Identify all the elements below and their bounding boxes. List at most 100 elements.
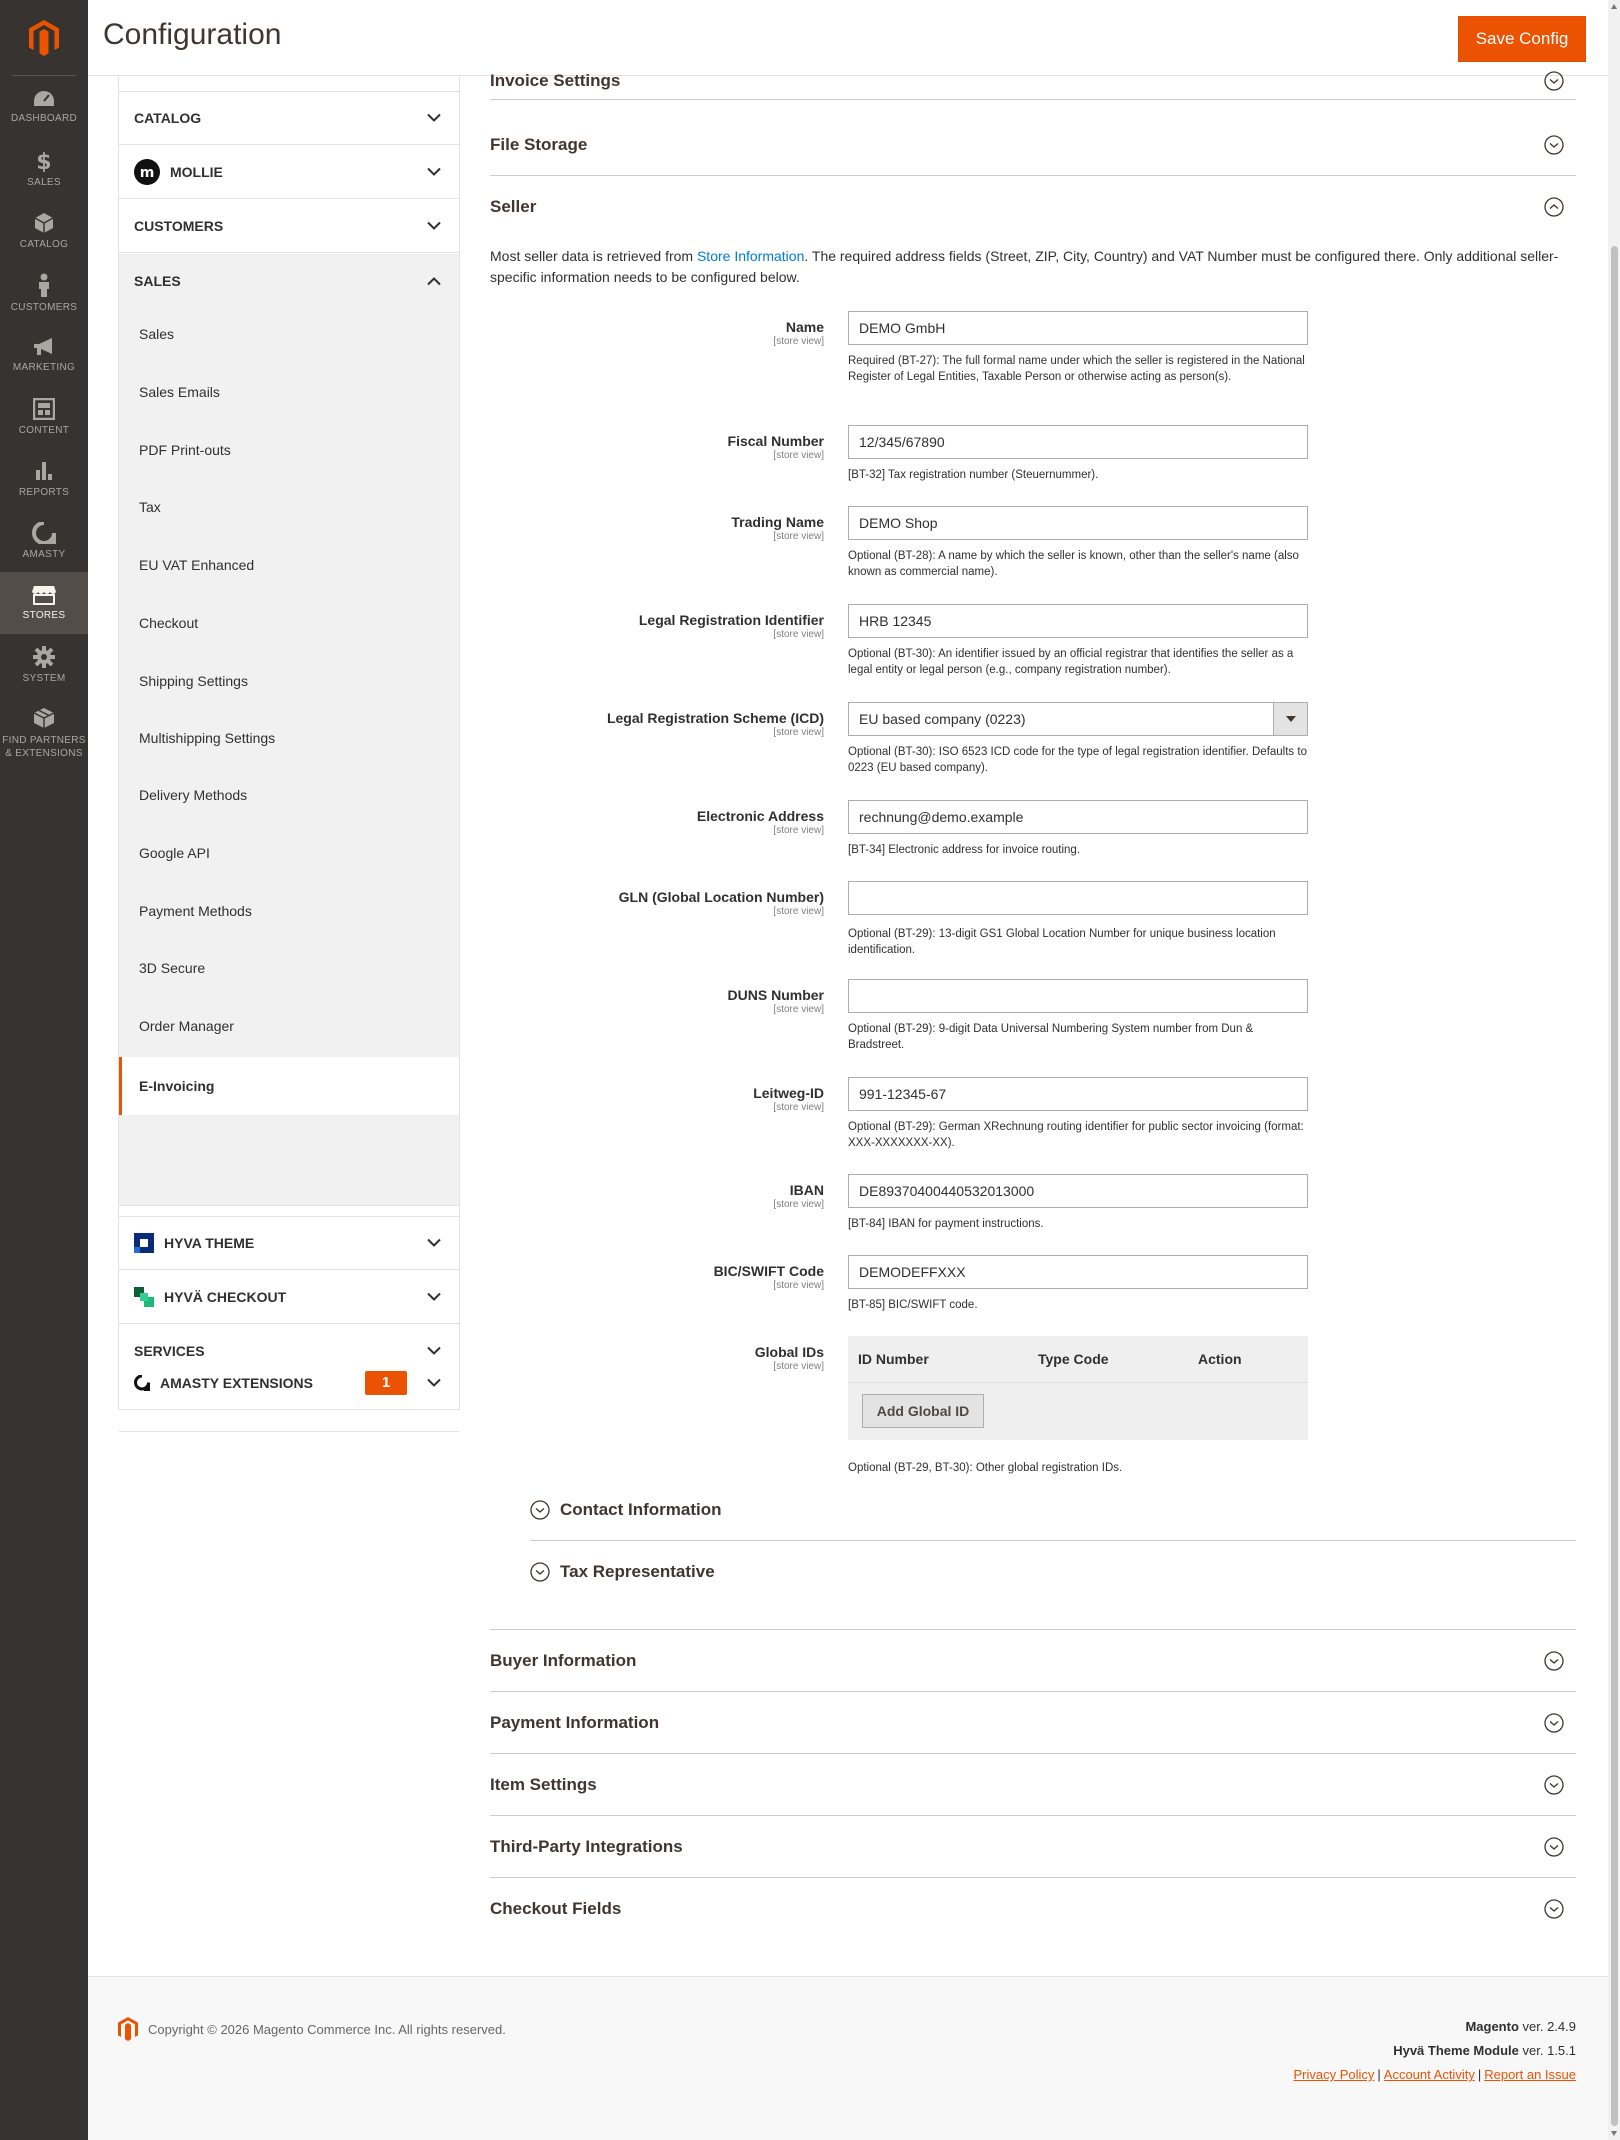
sidebar-item-pdf-printouts[interactable]: PDF Print-outs	[119, 423, 459, 477]
section-seller[interactable]: Seller	[490, 176, 1576, 238]
chevron-down-icon	[427, 221, 441, 230]
tab-group-amasty-extensions[interactable]: AMASTY EXTENSIONS 1	[118, 1357, 460, 1410]
nav-stores[interactable]: STORES	[0, 572, 88, 634]
sidebar-item-delivery-methods[interactable]: Delivery Methods	[119, 768, 459, 822]
iban-input[interactable]	[848, 1174, 1308, 1208]
tab-group-catalog[interactable]: CATALOG	[119, 92, 459, 145]
label-text: Electronic Address	[696, 808, 824, 824]
account-activity-link[interactable]: Account Activity	[1384, 2067, 1475, 2082]
legal-registration-identifier-input[interactable]	[848, 604, 1308, 638]
nav-sales[interactable]: $ SALES	[0, 138, 88, 200]
sidebar-item-3d-secure[interactable]: 3D Secure	[119, 941, 459, 995]
nav-content[interactable]: CONTENT	[0, 386, 88, 448]
sidebar-item-multishipping[interactable]: Multishipping Settings	[119, 711, 459, 765]
scrollbar-thumb[interactable]	[1611, 246, 1618, 2126]
nav-dashboard[interactable]: DASHBOARD	[0, 76, 88, 138]
column-header: Type Code	[1038, 1351, 1109, 1367]
sidebar-item-e-invoicing[interactable]: E-Invoicing	[119, 1057, 459, 1115]
scroll-down-arrow-icon[interactable]	[1611, 2131, 1617, 2136]
field-note: Optional (BT-30): ISO 6523 ICD code for …	[848, 746, 1307, 774]
scroll-up-arrow-icon[interactable]	[1611, 4, 1617, 9]
sidebar-item-eu-vat[interactable]: EU VAT Enhanced	[119, 538, 459, 592]
label-text: Trading Name	[731, 514, 824, 530]
magento-logo[interactable]	[12, 0, 76, 76]
sidebar-item-payment-methods[interactable]: Payment Methods	[119, 884, 459, 938]
field-note: Optional (BT-29): German XRechnung routi…	[848, 1121, 1304, 1149]
electronic-address-input[interactable]	[848, 800, 1308, 834]
label-text: Leitweg-ID	[753, 1085, 824, 1101]
nav-system[interactable]: SYSTEM	[0, 634, 88, 696]
section-invoice-settings[interactable]: Invoice Settings	[490, 62, 1576, 100]
legal-registration-scheme-select[interactable]: EU based company (0223)	[848, 702, 1308, 736]
box-icon	[34, 213, 54, 233]
subsection-contact-information[interactable]: Contact Information	[530, 1479, 1576, 1541]
app-root: DASHBOARD $ SALES CATALOG CUSTOMERS MARK…	[0, 0, 1620, 2140]
scope-label: [store view]	[773, 1361, 824, 1372]
chevron-down-icon	[427, 1378, 441, 1387]
scope-label: [store view]	[773, 1004, 824, 1015]
tab-group-sales[interactable]: SALES	[119, 254, 459, 307]
store-information-link[interactable]: Store Information	[697, 248, 804, 264]
bic-swift-input[interactable]	[848, 1255, 1308, 1289]
section-item-settings[interactable]: Item Settings	[490, 1754, 1576, 1816]
page-footer: Copyright © 2026 Magento Commerce Inc. A…	[88, 1976, 1608, 2140]
scope-label: [store view]	[773, 1280, 824, 1291]
nav-find-partners[interactable]: FIND PARTNERS & EXTENSIONS	[0, 696, 88, 770]
field-label: Global IDs [store view]	[564, 1344, 824, 1372]
field-note: Optional (BT-29): 13-digit GS1 Global Lo…	[848, 928, 1276, 956]
nav-customers[interactable]: CUSTOMERS	[0, 262, 88, 324]
copyright: Copyright © 2026 Magento Commerce Inc. A…	[118, 2017, 506, 2041]
link-separator: |	[1377, 2067, 1381, 2082]
store-icon	[32, 586, 56, 605]
section-payment-information[interactable]: Payment Information	[490, 1692, 1576, 1754]
sidebar-item-sales-emails[interactable]: Sales Emails	[119, 365, 459, 419]
tab-group-label: MOLLIE	[170, 164, 223, 180]
nav-catalog[interactable]: CATALOG	[0, 200, 88, 262]
field-label: Leitweg-ID [store view]	[564, 1085, 824, 1113]
sidebar-item-sales[interactable]: Sales	[119, 307, 459, 361]
section-title: Invoice Settings	[490, 70, 621, 90]
sidebar-item-shipping-settings[interactable]: Shipping Settings	[119, 654, 459, 708]
report-issue-link[interactable]: Report an Issue	[1484, 2067, 1576, 2082]
sidebar-item-order-manager[interactable]: Order Manager	[119, 999, 459, 1053]
sidebar-item-tax[interactable]: Tax	[119, 480, 459, 534]
page-scrollbar[interactable]	[1608, 0, 1620, 2140]
section-title: Payment Information	[490, 1712, 660, 1732]
section-file-storage[interactable]: File Storage	[490, 114, 1576, 176]
tab-group-mollie[interactable]: m MOLLIE	[119, 146, 459, 199]
expand-circle-icon	[1544, 1899, 1564, 1919]
section-checkout-fields[interactable]: Checkout Fields	[490, 1878, 1576, 1940]
privacy-policy-link[interactable]: Privacy Policy	[1293, 2067, 1374, 2082]
chevron-down-icon	[427, 1346, 441, 1355]
sidebar-item-google-api[interactable]: Google API	[119, 826, 459, 880]
tab-group-hyva-checkout[interactable]: HYVÄ CHECKOUT	[119, 1271, 459, 1324]
leitweg-id-input[interactable]	[848, 1077, 1308, 1111]
gln-input[interactable]	[848, 881, 1308, 915]
label-text: Legal Registration Scheme (ICD)	[606, 710, 824, 726]
duns-number-input[interactable]	[848, 979, 1308, 1013]
label-text: DUNS Number	[727, 987, 824, 1003]
save-config-button[interactable]: Save Config	[1458, 16, 1586, 62]
field-note: [BT-32] Tax registration number (Steuern…	[848, 469, 1099, 481]
add-global-id-button[interactable]: Add Global ID	[862, 1394, 984, 1428]
nav-reports[interactable]: REPORTS	[0, 448, 88, 510]
section-buyer-information[interactable]: Buyer Information	[490, 1630, 1576, 1692]
sidebar-item-checkout[interactable]: Checkout	[119, 596, 459, 650]
section-third-party-integrations[interactable]: Third-Party Integrations	[490, 1816, 1576, 1878]
collapse-circle-icon	[1544, 197, 1564, 217]
tab-group-customers[interactable]: CUSTOMERS	[119, 200, 459, 253]
nav-marketing[interactable]: MARKETING	[0, 324, 88, 386]
subsection-tax-representative[interactable]: Tax Representative	[530, 1541, 1576, 1603]
expand-circle-icon	[1544, 1774, 1564, 1795]
tab-group-label: AMASTY EXTENSIONS	[160, 1375, 313, 1391]
page-title: Configuration	[103, 18, 282, 51]
fiscal-number-input[interactable]	[848, 425, 1308, 459]
nav-label: MARKETING	[12, 362, 76, 373]
layout-icon	[33, 398, 55, 420]
name-input[interactable]	[848, 311, 1308, 345]
config-tabs-sidebar: CATALOG m MOLLIE CUSTOMERS SALES Sales S…	[118, 76, 460, 1432]
trading-name-input[interactable]	[848, 506, 1308, 540]
hyva-ver: ver. 1.5.1	[1518, 2043, 1576, 2058]
nav-amasty[interactable]: AMASTY	[0, 510, 88, 572]
tab-group-hyva-theme[interactable]: HYVA THEME	[119, 1216, 459, 1270]
